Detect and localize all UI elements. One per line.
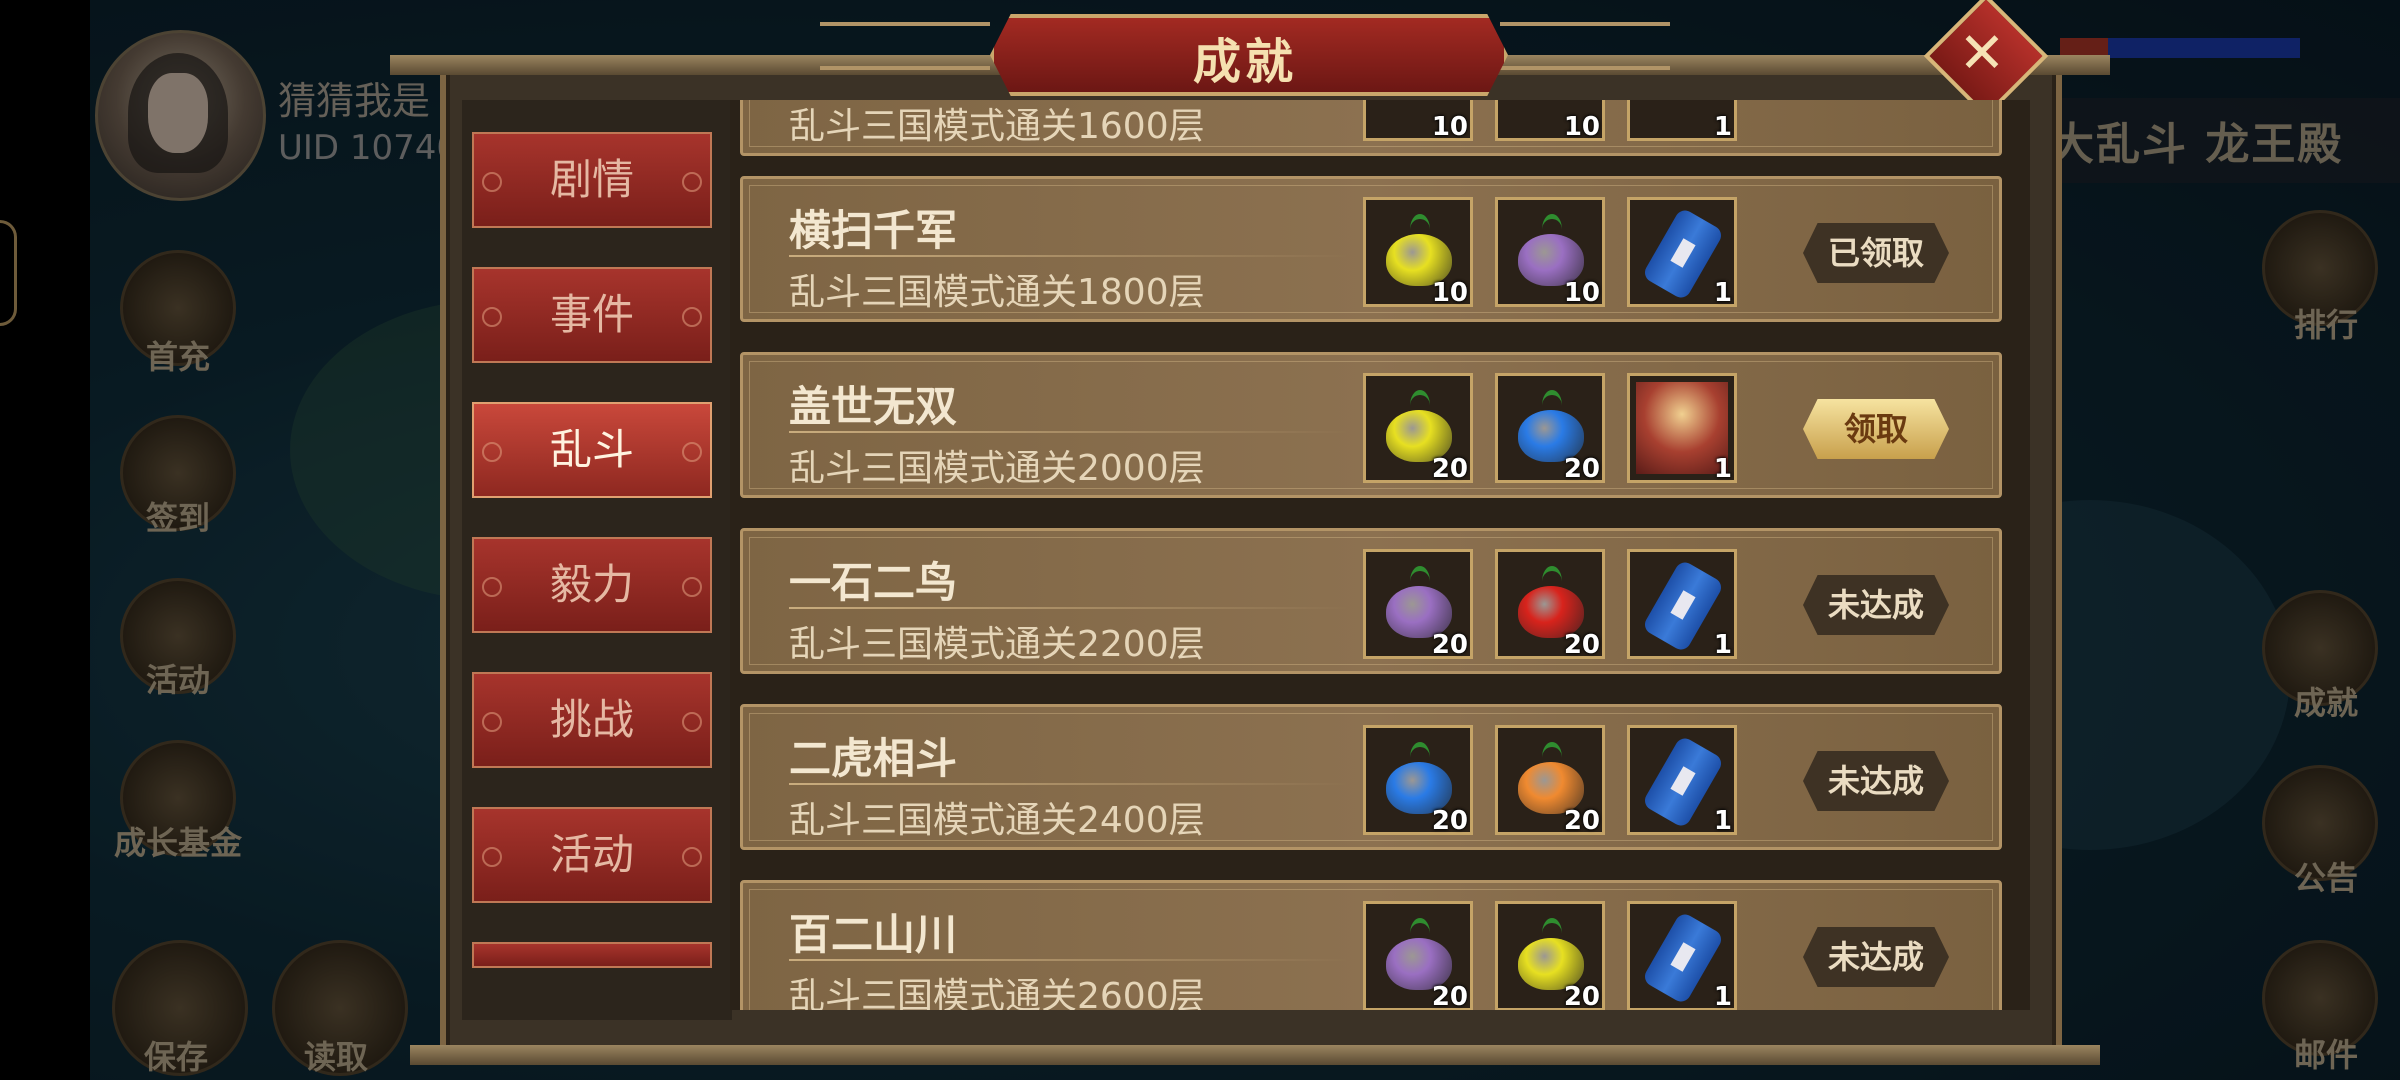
- reward-qty: 20: [1563, 982, 1600, 1010]
- achievement-desc: 乱斗三国模式通关2600层: [789, 976, 1205, 1010]
- tab-story[interactable]: 剧情: [472, 132, 712, 228]
- claimed-button[interactable]: 已领取: [1803, 223, 1949, 283]
- close-icon[interactable]: ✕: [1942, 20, 2022, 100]
- tab-challenge-label: 挑战: [549, 695, 634, 744]
- reward-qty: 10: [1563, 278, 1600, 308]
- blue-scroll-icon[interactable]: 1: [1627, 901, 1737, 1010]
- reward-qty: 10: [1431, 112, 1468, 142]
- achievement-row: 一石二鸟乱斗三国模式通关2200层 20 20 1 未达成: [740, 528, 2002, 674]
- reward-qty: 20: [1563, 630, 1600, 660]
- tab-event-label: 事件: [549, 290, 634, 339]
- achievement-row: 盖世无双乱斗三国模式通关2000层 20 20 1 领取: [740, 352, 2002, 498]
- yellow-fruit-icon[interactable]: 10: [1363, 197, 1473, 308]
- blue-fruit-icon[interactable]: 20: [1363, 725, 1473, 836]
- achievement-title: 盖世无双: [789, 382, 958, 431]
- tab-perseverance-label: 毅力: [549, 560, 634, 609]
- achievement-desc: 乱斗三国模式通关2200层: [789, 624, 1205, 665]
- achievement-title: 百二山川: [789, 910, 958, 959]
- dialog-title: 成就: [1192, 34, 1297, 90]
- tab-perseverance[interactable]: 毅力: [472, 537, 712, 633]
- tab-melee[interactable]: 乱斗: [472, 402, 712, 498]
- reward-qty: 10: [1431, 278, 1468, 308]
- blue-scroll-icon[interactable]: 1: [1627, 725, 1737, 836]
- tab-activity[interactable]: 活动: [472, 807, 712, 903]
- tab-next-partial[interactable]: [472, 942, 712, 968]
- divider: [789, 959, 1349, 961]
- tab-melee-label: 乱斗: [549, 425, 634, 474]
- divider: [789, 431, 1349, 433]
- title-left-wing: [820, 22, 990, 70]
- purple-fruit-icon[interactable]: 20: [1363, 901, 1473, 1010]
- achievement-row-partial: 乱斗三国模式通关1600层 10 10 1: [740, 100, 2002, 156]
- reward-slot[interactable]: 1: [1627, 100, 1737, 142]
- reward-qty: 1: [1713, 278, 1732, 308]
- achievement-row: 百二山川乱斗三国模式通关2600层 20 20 1 未达成: [740, 880, 2002, 1010]
- yellow-fruit-icon[interactable]: 20: [1363, 373, 1473, 484]
- purple-fruit-icon[interactable]: 10: [1495, 197, 1605, 308]
- tab-event[interactable]: 事件: [472, 267, 712, 363]
- hero-portrait-icon[interactable]: 1: [1627, 373, 1737, 484]
- red-fruit-icon[interactable]: 20: [1495, 549, 1605, 660]
- tab-challenge[interactable]: 挑战: [472, 672, 712, 768]
- reward-qty: 1: [1713, 454, 1732, 484]
- achievement-desc: 乱斗三国模式通关2400层: [789, 800, 1205, 841]
- achievement-desc: 乱斗三国模式通关1800层: [789, 272, 1205, 313]
- dialog-bottom-frame: [410, 1045, 2100, 1065]
- reward-slot[interactable]: 10: [1495, 100, 1605, 142]
- not-achieved-button[interactable]: 未达成: [1803, 927, 1949, 987]
- reward-qty: 1: [1713, 630, 1732, 660]
- reward-slot[interactable]: 10: [1363, 100, 1473, 142]
- reward-qty: 1: [1713, 982, 1732, 1010]
- reward-qty: 20: [1431, 982, 1468, 1010]
- not-achieved-button[interactable]: 未达成: [1803, 575, 1949, 635]
- purple-fruit-icon[interactable]: 20: [1363, 549, 1473, 660]
- reward-qty: 20: [1563, 454, 1600, 484]
- reward-qty: 1: [1713, 806, 1732, 836]
- blue-fruit-icon[interactable]: 20: [1495, 373, 1605, 484]
- reward-qty: 20: [1431, 454, 1468, 484]
- achievement-desc: 乱斗三国模式通关1600层: [789, 106, 1205, 147]
- not-achieved-button[interactable]: 未达成: [1803, 751, 1949, 811]
- divider: [789, 783, 1349, 785]
- achievement-row: 横扫千军乱斗三国模式通关1800层 10 10 1 已领取: [740, 176, 2002, 322]
- achievement-title: 二虎相斗: [789, 734, 958, 783]
- achievement-list[interactable]: 乱斗三国模式通关1600层 10 10 1 横扫千军乱斗三国模式通关1800层 1…: [730, 100, 2030, 1010]
- achievement-desc: 乱斗三国模式通关2000层: [789, 448, 1205, 489]
- reward-qty: 1: [1713, 112, 1732, 142]
- achievement-title: 一石二鸟: [789, 558, 958, 607]
- achievement-title: 横扫千军: [789, 206, 958, 255]
- yellow-fruit-icon[interactable]: 20: [1495, 901, 1605, 1010]
- reward-qty: 20: [1563, 806, 1600, 836]
- orange-fruit-icon[interactable]: 20: [1495, 725, 1605, 836]
- blue-scroll-icon[interactable]: 1: [1627, 197, 1737, 308]
- reward-qty: 10: [1563, 112, 1600, 142]
- divider: [789, 255, 1349, 257]
- tab-activity-label: 活动: [549, 830, 634, 879]
- divider: [789, 607, 1349, 609]
- reward-qty: 20: [1431, 630, 1468, 660]
- blue-scroll-icon[interactable]: 1: [1627, 549, 1737, 660]
- claim-button[interactable]: 领取: [1803, 399, 1949, 459]
- reward-qty: 20: [1431, 806, 1468, 836]
- achievement-row: 二虎相斗乱斗三国模式通关2400层 20 20 1 未达成: [740, 704, 2002, 850]
- tab-story-label: 剧情: [549, 155, 634, 204]
- title-right-wing: [1500, 22, 1670, 70]
